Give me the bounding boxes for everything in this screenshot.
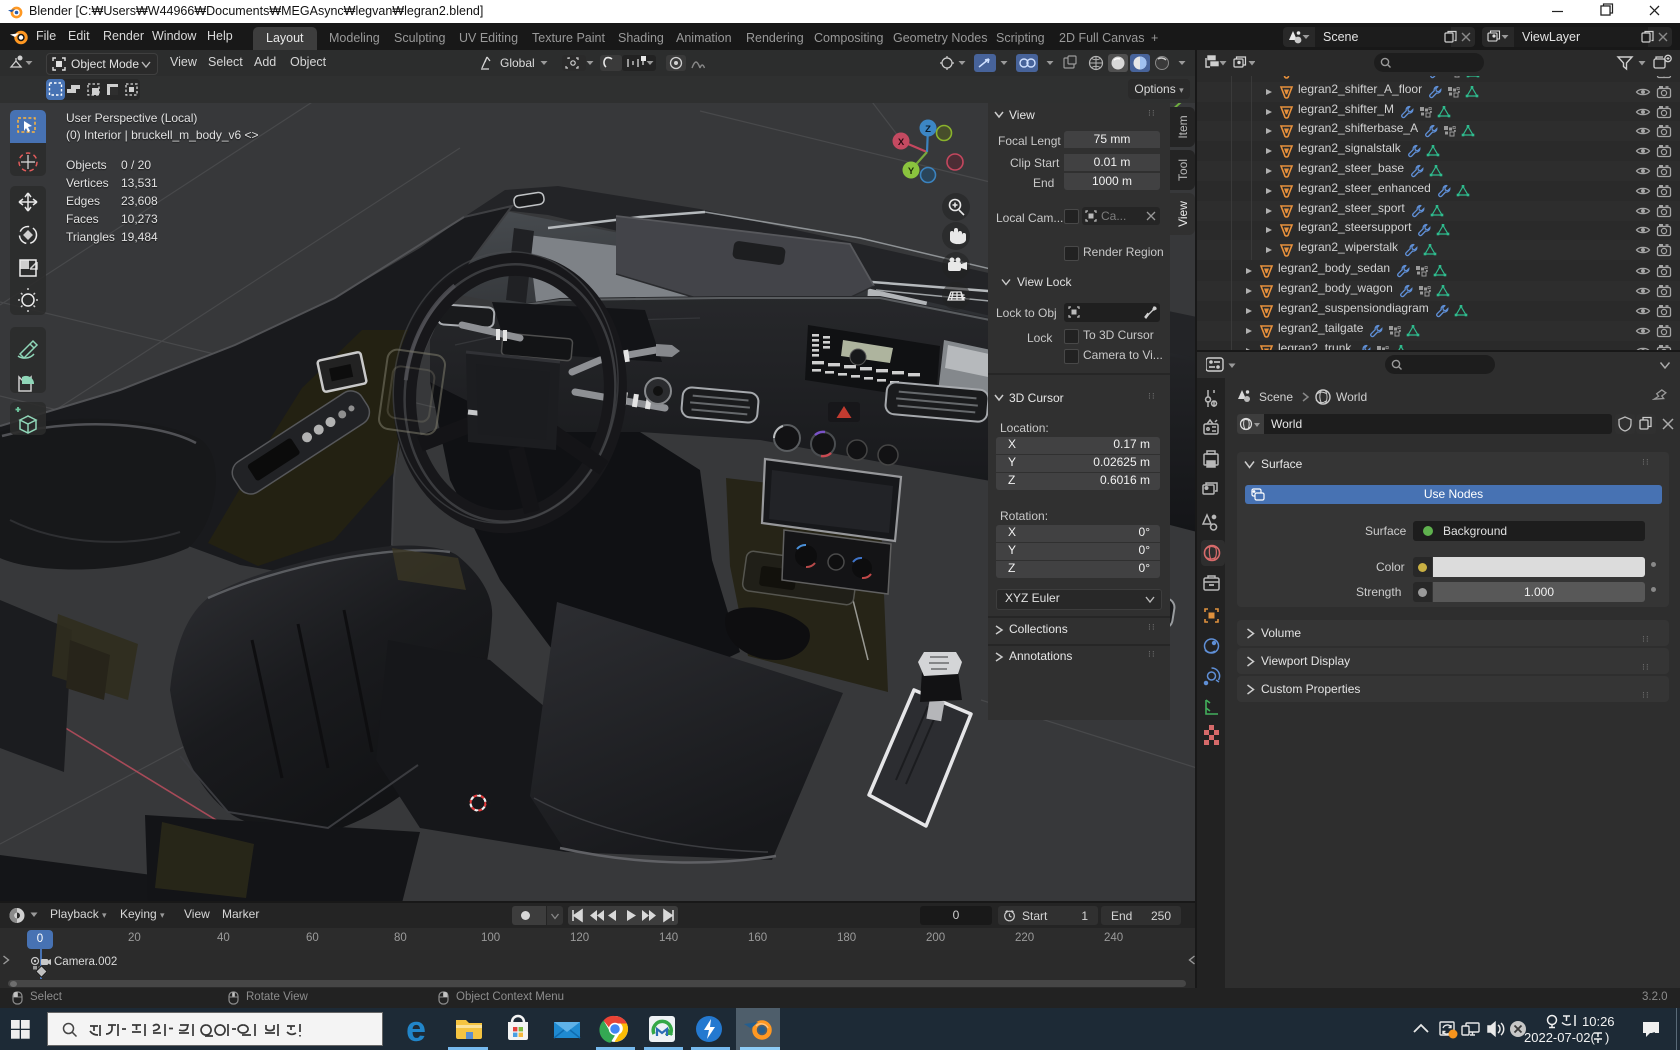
svg-text:X: X xyxy=(898,137,905,148)
svg-text:2022-07-02(: 2022-07-02( xyxy=(1524,1030,1595,1045)
svg-text:Z: Z xyxy=(925,124,931,135)
svg-text:10:26: 10:26 xyxy=(1582,1014,1615,1029)
svg-text:Global: Global xyxy=(500,56,535,70)
svg-text:e: e xyxy=(406,1008,426,1049)
svg-text:): ) xyxy=(1605,1030,1609,1045)
svg-text:World: World xyxy=(1336,390,1367,404)
svg-text:Scene: Scene xyxy=(1259,390,1293,404)
svg-text:Y: Y xyxy=(908,166,915,177)
